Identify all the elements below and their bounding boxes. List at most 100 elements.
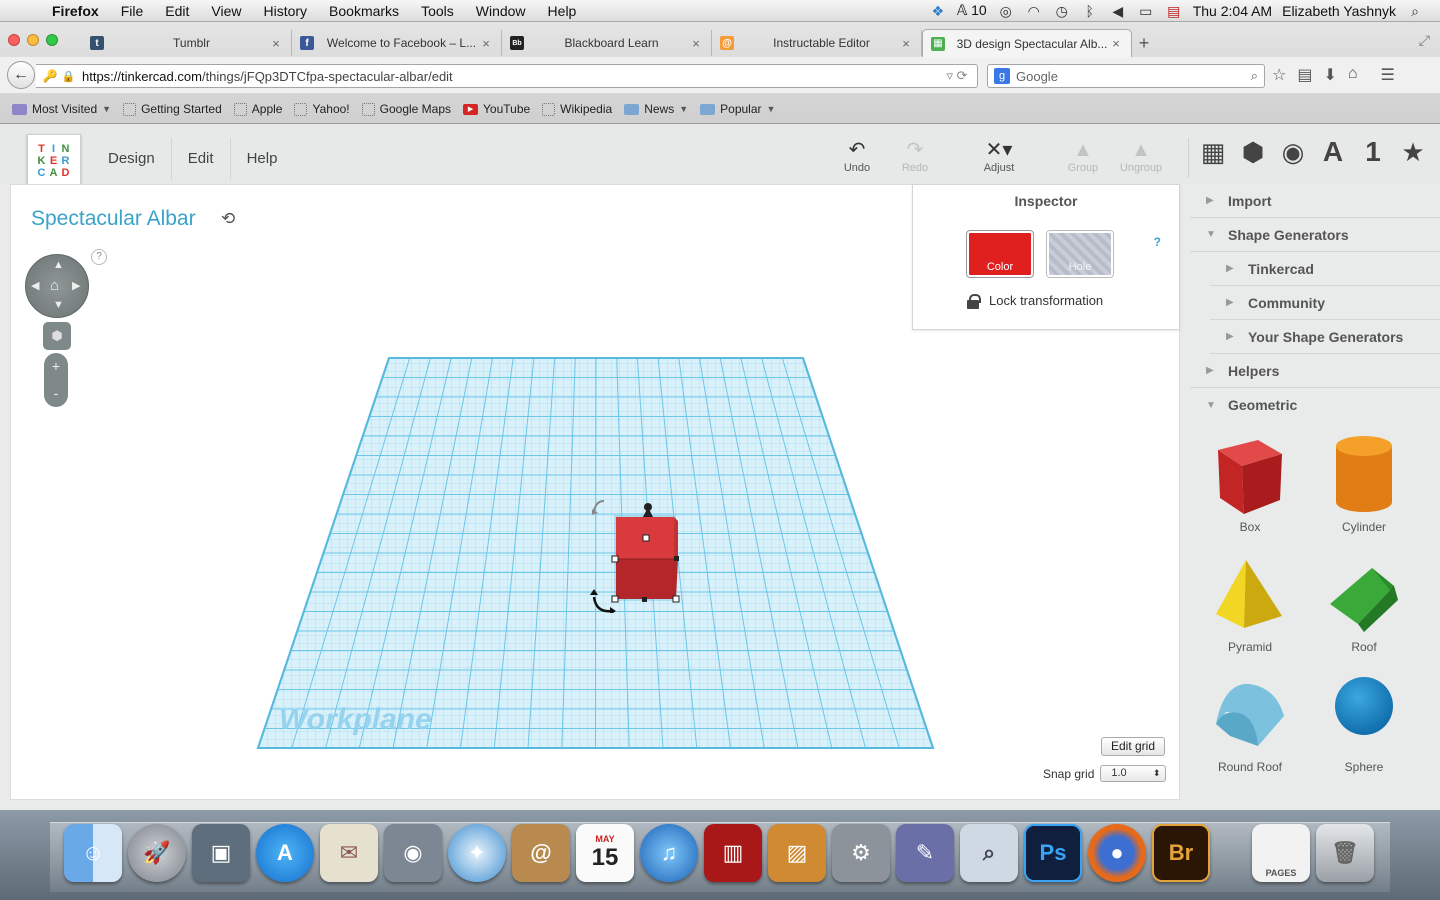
zoom-out-button[interactable]: - <box>44 380 68 407</box>
safari-icon[interactable]: ✦ <box>448 824 506 882</box>
menu-help[interactable]: Help <box>537 3 588 19</box>
flag-us-icon[interactable]: ▤ <box>1165 4 1183 18</box>
close-tab-icon[interactable]: × <box>689 36 703 51</box>
finder-icon[interactable]: ☺ <box>64 824 122 882</box>
mail-icon[interactable]: ✉ <box>320 824 378 882</box>
view-navigation-wheel[interactable]: ▲ ◀ ⌂ ▶ ▼ <box>25 254 89 318</box>
photo-browser-icon[interactable]: ▣ <box>192 824 250 882</box>
menu-file[interactable]: File <box>110 3 155 19</box>
menu-window[interactable]: Window <box>465 3 537 19</box>
arrow-left-icon[interactable]: ◀ <box>31 279 39 292</box>
section-helpers[interactable]: ▶ Helpers <box>1190 354 1440 388</box>
battery-icon[interactable]: ▭ <box>1137 4 1155 18</box>
resize-handle[interactable] <box>642 534 650 542</box>
number-icon[interactable]: 1 <box>1360 136 1386 168</box>
rotate-handle-top[interactable] <box>593 500 605 512</box>
adjust-button[interactable]: ✕▾ Adjust <box>969 138 1029 174</box>
menubar-user[interactable]: Elizabeth Yashnyk <box>1282 3 1396 19</box>
inspector-help-icon[interactable]: ? <box>1154 235 1161 249</box>
bookmarks-list-icon[interactable]: ▤ <box>1297 65 1312 85</box>
bookmark-getting-started[interactable]: Getting Started <box>123 102 230 116</box>
color-swatch-button[interactable]: Color <box>967 231 1033 277</box>
rename-refresh-icon[interactable]: ⟲ <box>221 209 235 229</box>
contacts-icon[interactable]: @ <box>512 824 570 882</box>
close-window-button[interactable] <box>8 34 20 46</box>
url-text[interactable]: https://tinkercad.com/things/jFQp3DTCfpa… <box>82 69 937 84</box>
adobe-badge-icon[interactable]: 𝔸 10 <box>957 2 987 19</box>
shape-cylinder[interactable]: Cylinder <box>1308 432 1420 538</box>
time-machine-icon[interactable]: ◷ <box>1053 4 1071 18</box>
downloads-icon[interactable]: ⬇ <box>1323 65 1336 85</box>
menu-app-firefox[interactable]: Firefox <box>40 3 110 19</box>
sync-icon[interactable]: ◎ <box>997 4 1015 18</box>
volume-icon[interactable]: ◀ <box>1109 4 1127 18</box>
close-tab-icon[interactable]: × <box>899 36 913 51</box>
sphere-icon[interactable]: ◉ <box>1280 137 1306 168</box>
menu-help[interactable]: Help <box>229 138 294 180</box>
menubar-clock[interactable]: Thu 2:04 AM <box>1193 3 1272 19</box>
new-tab-button[interactable]: + <box>1132 30 1156 56</box>
help-icon[interactable]: ? <box>91 249 107 265</box>
bookmark-yahoo[interactable]: Yahoo! <box>294 102 357 116</box>
section-import[interactable]: ▶ Import <box>1190 184 1440 218</box>
snap-grid-select[interactable]: 1.0 <box>1100 765 1167 782</box>
tab-instructables[interactable]: @ Instructable Editor × <box>712 30 922 56</box>
shape-pyramid[interactable]: Pyramid <box>1194 552 1306 658</box>
bookmark-wikipedia[interactable]: Wikipedia <box>542 102 620 116</box>
menu-tools[interactable]: Tools <box>410 3 465 19</box>
launchpad-icon[interactable]: 🚀 <box>128 824 186 882</box>
text-icon[interactable]: A <box>1320 136 1346 168</box>
arrow-down-icon[interactable]: ▼ <box>53 299 64 311</box>
undo-button[interactable]: ↶ Undo <box>827 138 887 174</box>
xcode-icon[interactable]: ✎ <box>896 824 954 882</box>
lock-transformation-toggle[interactable]: Lock transformation <box>967 293 1103 309</box>
home-view-icon[interactable]: ⌂ <box>50 277 59 294</box>
shape-round-roof[interactable]: Round Roof <box>1194 672 1306 778</box>
shape-sphere[interactable]: Sphere <box>1308 672 1420 778</box>
menu-edit[interactable]: Edit <box>154 3 200 19</box>
fullscreen-icon[interactable]: ⤢ <box>1419 32 1430 49</box>
menu-design[interactable]: Design <box>92 138 171 180</box>
url-bar[interactable]: 🔑 🔒 https://tinkercad.com/things/jFQp3DTC… <box>36 64 978 88</box>
edit-grid-button[interactable]: Edit grid <box>1101 737 1165 756</box>
tab-tumblr[interactable]: t Tumblr × <box>82 30 292 56</box>
search-icon[interactable]: ⌕ <box>1251 68 1258 84</box>
bookmark-apple[interactable]: Apple <box>233 102 291 116</box>
resize-handle[interactable] <box>611 595 619 603</box>
spotlight-search-icon[interactable]: ⌕ <box>1406 4 1424 18</box>
view-cube-icon[interactable]: ⬢ <box>43 322 71 350</box>
ungroup-button[interactable]: ▲ Ungroup <box>1111 138 1171 174</box>
menu-bookmarks[interactable]: Bookmarks <box>318 3 410 19</box>
bluetooth-icon[interactable]: ᛒ <box>1081 4 1099 18</box>
close-tab-icon[interactable]: × <box>479 36 493 51</box>
google-icon[interactable]: g <box>994 68 1010 84</box>
bridge-icon[interactable]: Br <box>1152 824 1210 882</box>
workplane-icon[interactable]: ▦ <box>1200 137 1226 168</box>
url-dropdown-and-reload-icon[interactable]: ▿ ⟳ <box>937 68 977 84</box>
system-preferences-icon[interactable]: ⚙ <box>832 824 890 882</box>
section-geometric[interactable]: ▼ Geometric <box>1190 388 1440 422</box>
menu-view[interactable]: View <box>200 3 252 19</box>
app-store-icon[interactable]: A <box>256 824 314 882</box>
redo-button[interactable]: ↷ Redo <box>885 138 945 174</box>
section-your-shape-generators[interactable]: ▶ Your Shape Generators <box>1210 320 1440 354</box>
section-community[interactable]: ▶ Community <box>1210 286 1440 320</box>
favorite-star-icon[interactable]: ★ <box>1400 137 1426 168</box>
home-icon[interactable]: ⌂ <box>1348 65 1358 85</box>
close-tab-icon[interactable]: × <box>1109 36 1123 51</box>
preview-icon[interactable]: ⌕ <box>960 824 1018 882</box>
bookmark-popular[interactable]: Popular ▼ <box>700 102 783 116</box>
photoshop-icon[interactable]: Ps <box>1024 824 1082 882</box>
minimize-window-button[interactable] <box>27 34 39 46</box>
bookmark-news[interactable]: News ▼ <box>624 102 696 116</box>
resize-handle[interactable] <box>611 555 619 563</box>
back-button[interactable]: ← <box>7 61 35 89</box>
arrow-right-icon[interactable]: ▶ <box>72 279 80 292</box>
calendar-icon[interactable]: MAY 15 <box>576 824 634 882</box>
shape-roof[interactable]: Roof <box>1308 552 1420 658</box>
design-title[interactable]: Spectacular Albar <box>31 207 196 231</box>
site-identity-icon[interactable]: 🔑 🔒 <box>36 69 82 83</box>
close-tab-icon[interactable]: × <box>269 36 283 51</box>
firefox-icon[interactable]: ● <box>1088 824 1146 882</box>
resize-handle[interactable] <box>672 595 680 603</box>
